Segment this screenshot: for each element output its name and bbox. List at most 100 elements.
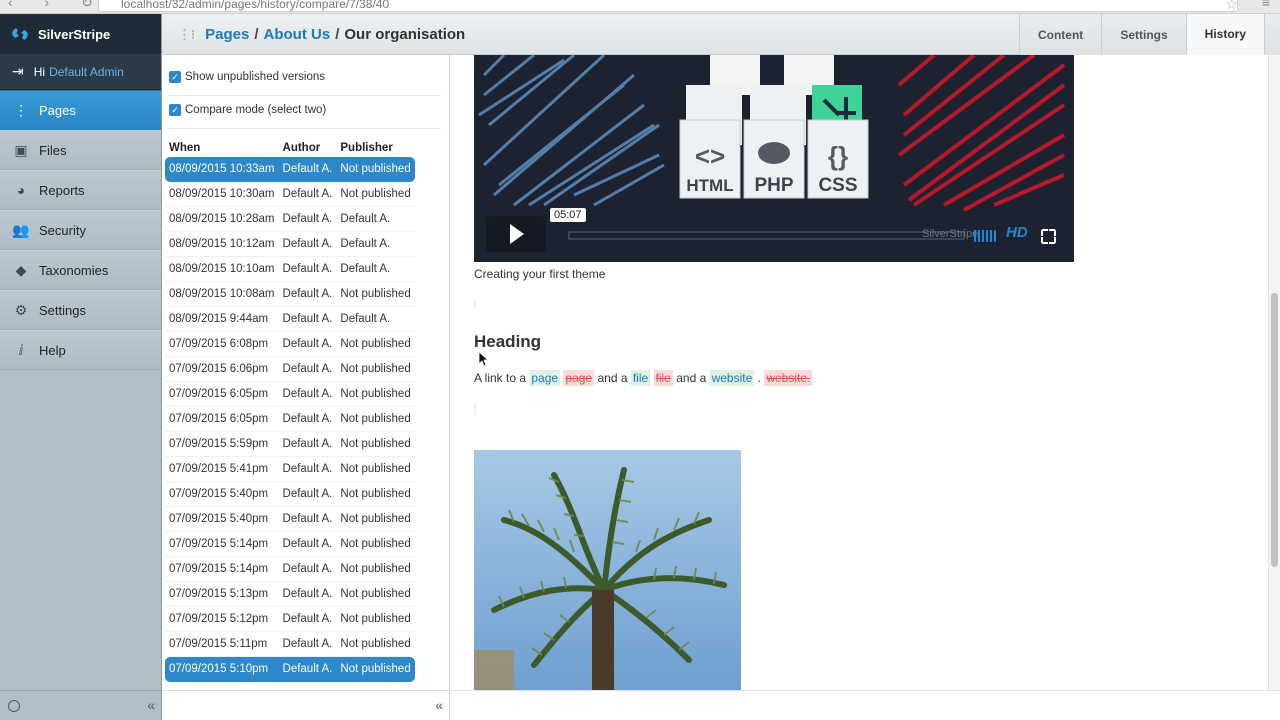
versions-footer: «: [162, 690, 449, 720]
panel-collapse-icon[interactable]: «: [435, 697, 443, 713]
version-row[interactable]: 07/09/2015 5:13pm Default A. Not published: [165, 582, 415, 607]
info-icon: ⅈ: [18, 341, 24, 358]
compare-mode-option[interactable]: ✓ Compare mode (select two): [169, 104, 326, 116]
breadcrumb-pages[interactable]: Pages: [205, 26, 249, 43]
version-author: Default A.: [278, 557, 337, 582]
silverstripe-logo-icon: [12, 28, 28, 40]
version-when: 07/09/2015 5:40pm: [165, 507, 279, 532]
diff-inserted-link[interactable]: file: [630, 370, 651, 386]
status-circle-icon[interactable]: [8, 700, 20, 712]
users-icon: 👥: [12, 221, 30, 238]
version-author: Default A.: [278, 407, 337, 432]
show-unpublished-checkbox[interactable]: ✓: [169, 71, 181, 83]
content-heading: Heading: [474, 332, 542, 351]
version-row[interactable]: 08/09/2015 9:44am Default A. Default A.: [165, 307, 415, 332]
diff-inserted-link[interactable]: website: [709, 370, 755, 386]
column-when: When: [169, 142, 201, 154]
browser-bar: ‹ › ↻ localhost/32/admin/pages/history/c…: [0, 0, 1280, 14]
version-row[interactable]: 07/09/2015 6:08pm Default A. Not published: [165, 332, 415, 357]
preview-scrollbar[interactable]: [1268, 55, 1280, 690]
brand-logo[interactable]: SilverStripe: [0, 14, 161, 54]
version-when: 08/09/2015 10:10am: [165, 257, 279, 282]
sidebar-item-taxonomies[interactable]: ◆ Taxonomies: [0, 250, 161, 290]
version-row[interactable]: 08/09/2015 10:33am Default A. Not publishe…: [165, 157, 415, 182]
sidebar-item-reports[interactable]: ◕ Reports: [0, 170, 161, 210]
version-author: Default A.: [278, 307, 337, 332]
user-greeting: Hi: [33, 64, 46, 79]
sidebar-item-label: Settings: [39, 302, 86, 318]
play-button[interactable]: [486, 216, 546, 252]
version-row[interactable]: 07/09/2015 6:05pm Default A. Not published: [165, 382, 415, 407]
browser-menu-icon[interactable]: ≡: [1262, 0, 1270, 10]
sidebar-item-security[interactable]: 👥 Security: [0, 210, 161, 250]
sidebar-item-help[interactable]: ⅈ Help: [0, 330, 161, 370]
pie-chart-icon: ◕: [16, 182, 26, 198]
version-when: 07/09/2015 5:12pm: [165, 607, 279, 632]
version-author: Default A.: [278, 207, 337, 232]
version-when: 07/09/2015 6:05pm: [165, 407, 279, 432]
version-when: 07/09/2015 5:14pm: [165, 532, 279, 557]
video-embed[interactable]: <> {} HTML PHP CSS SilverStripe 05:07 HD: [474, 55, 1074, 262]
version-row[interactable]: 07/09/2015 5:14pm Default A. Not published: [165, 532, 415, 557]
versions-panel: ✓ Show unpublished versions ✓ Compare mo…: [162, 55, 450, 720]
version-publisher: Default A.: [336, 232, 415, 257]
tab-history[interactable]: History: [1185, 14, 1264, 55]
tab-settings[interactable]: Settings: [1101, 14, 1186, 55]
version-when: 07/09/2015 5:59pm: [165, 432, 279, 457]
version-row[interactable]: 07/09/2015 5:11pm Default A. Not published: [165, 632, 415, 657]
version-row[interactable]: 07/09/2015 5:10pm Default A. Not published: [165, 657, 415, 682]
diff-insert-marker: [474, 298, 476, 310]
version-author: Default A.: [278, 657, 337, 682]
version-publisher: Not published: [336, 182, 415, 207]
breadcrumb-about-us[interactable]: About Us: [264, 26, 331, 43]
version-row[interactable]: 07/09/2015 5:12pm Default A. Not published: [165, 607, 415, 632]
version-row[interactable]: 08/09/2015 10:12am Default A. Default A.: [165, 232, 415, 257]
version-author: Default A.: [278, 382, 337, 407]
divider: [169, 95, 441, 96]
user-name[interactable]: Default Admin: [49, 65, 124, 79]
compare-mode-checkbox[interactable]: ✓: [169, 104, 181, 116]
user-profile-link[interactable]: ⇥ Hi Default Admin: [0, 54, 161, 90]
image-icon: ▣: [14, 141, 28, 158]
address-bar[interactable]: localhost/32/admin/pages/history/compare…: [98, 0, 1238, 12]
version-row[interactable]: 07/09/2015 6:05pm Default A. Not published: [165, 407, 415, 432]
version-row[interactable]: 07/09/2015 5:14pm Default A. Not published: [165, 557, 415, 582]
version-author: Default A.: [278, 532, 337, 557]
show-unpublished-option[interactable]: ✓ Show unpublished versions: [169, 71, 325, 83]
version-row[interactable]: 08/09/2015 10:10am Default A. Default A.: [165, 257, 415, 282]
scrollbar-thumb[interactable]: [1271, 293, 1278, 567]
breadcrumb: ⋮⁝ Pages / About Us / Our organisation: [178, 26, 465, 43]
version-row[interactable]: 07/09/2015 5:40pm Default A. Not published: [165, 507, 415, 532]
sidebar-item-pages[interactable]: ⋮ Pages: [0, 90, 161, 130]
brand-name: SilverStripe: [38, 26, 111, 42]
version-row[interactable]: 08/09/2015 10:28am Default A. Default A.: [165, 207, 415, 232]
version-row[interactable]: 08/09/2015 10:30am Default A. Not publishe…: [165, 182, 415, 207]
site-tree-icon[interactable]: ⋮⁝: [178, 27, 195, 43]
diff-inserted-link[interactable]: page: [529, 370, 561, 386]
sidebar-item-files[interactable]: ▣ Files: [0, 130, 161, 170]
version-row[interactable]: 07/09/2015 5:59pm Default A. Not published: [165, 432, 415, 457]
sidebar-item-settings[interactable]: ⚙ Settings: [0, 290, 161, 330]
version-publisher: Not published: [336, 457, 415, 482]
hd-toggle[interactable]: HD: [1006, 224, 1028, 241]
version-row[interactable]: 08/09/2015 10:08am Default A. Not publishe…: [165, 282, 415, 307]
version-row[interactable]: 07/09/2015 5:41pm Default A. Not published: [165, 457, 415, 482]
version-row[interactable]: 07/09/2015 5:40pm Default A. Not published: [165, 482, 415, 507]
sidebar-item-label: Taxonomies: [39, 262, 109, 278]
play-icon: [510, 224, 524, 244]
menu-footer: «: [0, 690, 161, 720]
version-publisher: Not published: [336, 507, 415, 532]
video-label-php: PHP: [754, 175, 793, 196]
browser-nav-icons[interactable]: ‹ › ↻: [8, 0, 107, 11]
tab-content[interactable]: Content: [1018, 14, 1102, 55]
version-publisher: Not published: [336, 357, 415, 382]
page-title: Our organisation: [344, 26, 466, 43]
menu-collapse-icon[interactable]: «: [147, 697, 155, 713]
logout-icon[interactable]: ⇥: [12, 63, 24, 80]
bookmark-star-icon[interactable]: ☆: [1225, 0, 1238, 13]
column-author: Author: [282, 142, 321, 154]
version-author: Default A.: [278, 332, 337, 357]
version-row[interactable]: 07/09/2015 6:06pm Default A. Not published: [165, 357, 415, 382]
version-author: Default A.: [278, 257, 337, 282]
video-timecode: 05:07: [550, 208, 586, 222]
